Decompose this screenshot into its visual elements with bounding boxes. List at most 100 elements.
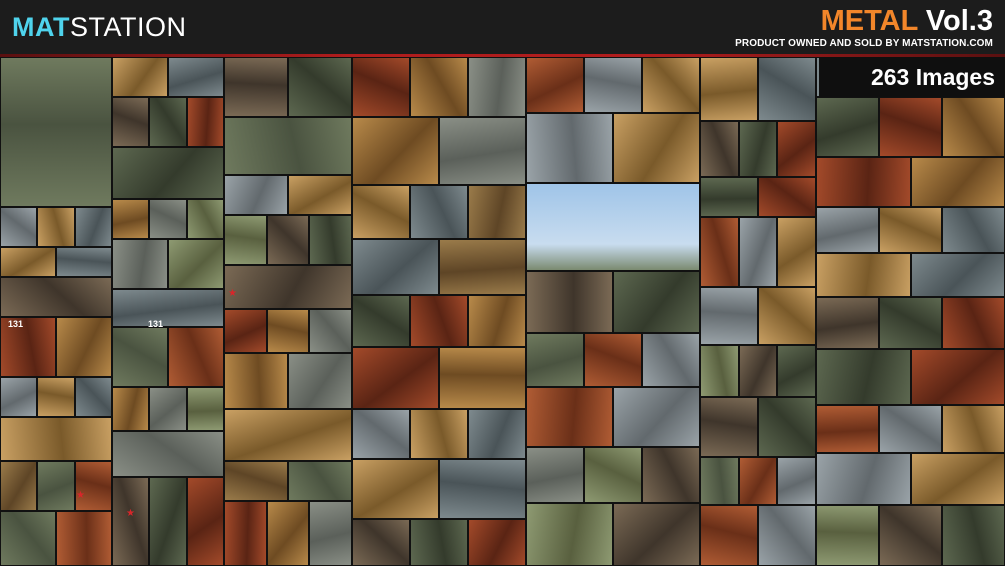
- metal-photo-tile: [910, 453, 1005, 505]
- tank-number-label: 131: [8, 319, 24, 329]
- metal-photo-tile: [700, 457, 739, 505]
- metal-photo-tile: [584, 57, 642, 113]
- metal-photo-tile: [468, 185, 526, 239]
- metal-photo-tile: [468, 519, 526, 566]
- metal-photo-tile: [738, 345, 778, 397]
- metal-photo-tile: [642, 447, 700, 503]
- metal-photo-tile: [224, 265, 352, 309]
- metal-photo-tile: [468, 295, 526, 347]
- metal-photo-tile: [439, 117, 526, 185]
- metal-photo-tile: [526, 113, 613, 183]
- metal-photo-tile: [410, 295, 468, 347]
- metal-photo-tile: [700, 345, 739, 397]
- metal-photo-tile: [266, 215, 310, 265]
- metal-photo-tile: [224, 409, 352, 461]
- metal-photo-tile: [910, 253, 1005, 297]
- metal-photo-tile: [224, 309, 267, 353]
- metal-photo-tile: [758, 505, 816, 566]
- metal-photo-tile: [112, 327, 168, 387]
- metal-photo-tile: [816, 297, 879, 349]
- metal-photo-tile: [816, 405, 879, 453]
- metal-photo-tile: [224, 117, 352, 175]
- metal-photo-tile: [224, 501, 267, 566]
- header-bar: MATSTATION METAL Vol.3 PRODUCT OWNED AND…: [0, 0, 1005, 54]
- metal-photo-tile: [816, 253, 911, 297]
- metal-photo-tile: [439, 239, 526, 295]
- metal-photo-tile: [309, 215, 352, 265]
- metal-photo-tile: [700, 57, 758, 121]
- metal-photo-tile: [910, 349, 1005, 405]
- metal-photo-tile: [410, 57, 468, 117]
- metal-photo-tile: [439, 459, 526, 519]
- metal-photo-tile: [0, 247, 56, 277]
- jet-photo-tile: [526, 183, 700, 271]
- metal-photo-tile: [410, 185, 468, 239]
- metal-photo-tile: [816, 349, 911, 405]
- metal-photo-tile: [224, 57, 288, 117]
- metal-photo-tile: [584, 447, 642, 503]
- metal-photo-tile: [224, 353, 288, 409]
- metal-photo-tile: [266, 501, 310, 566]
- metal-photo-tile: [642, 333, 700, 387]
- matstation-logo: MATSTATION: [12, 12, 186, 42]
- title-metal: METAL: [820, 5, 918, 37]
- image-mosaic: ★ ★ ★ 131 131: [0, 57, 1005, 566]
- metal-photo-tile: [942, 405, 1005, 453]
- metal-photo-tile: [816, 505, 879, 566]
- metal-photo-tile: [352, 409, 410, 459]
- metal-photo-tile: [224, 461, 288, 501]
- metal-photo-tile: [816, 207, 879, 253]
- title-volume: Vol.3: [925, 5, 993, 37]
- metal-photo-tile: [288, 353, 352, 409]
- red-star-icon: ★: [76, 490, 85, 501]
- metal-photo-tile: [816, 157, 911, 207]
- metal-photo-tile: [738, 217, 778, 287]
- metal-photo-tile: [149, 477, 187, 566]
- metal-photo-tile: [700, 287, 758, 345]
- metal-photo-tile: [352, 57, 410, 117]
- metal-photo-tile: [879, 505, 942, 566]
- metal-photo-tile: [0, 207, 38, 247]
- metal-photo-tile: [613, 271, 700, 333]
- metal-photo-tile: [352, 295, 410, 347]
- metal-photo-tile: [613, 113, 700, 183]
- metal-photo-tile: [879, 297, 942, 349]
- metal-photo-tile: [777, 217, 816, 287]
- metal-photo-tile: [879, 405, 942, 453]
- metal-photo-tile: [186, 199, 224, 239]
- metal-photo-tile: [942, 207, 1005, 253]
- metal-photo-tile: [149, 199, 187, 239]
- metal-photo-tile: [266, 309, 310, 353]
- metal-photo-tile: [186, 387, 224, 431]
- metal-photo-tile: [309, 501, 352, 566]
- metal-photo-tile: [758, 287, 816, 345]
- metal-photo-tile: [700, 505, 758, 566]
- metal-photo-tile: [74, 377, 112, 417]
- metal-photo-tile: [74, 207, 112, 247]
- metal-photo-tile: [777, 121, 816, 177]
- metal-photo-tile: [738, 121, 778, 177]
- metal-photo-tile: [0, 461, 38, 511]
- metal-photo-tile: [879, 207, 942, 253]
- metal-photo-tile: [439, 347, 526, 409]
- metal-photo-tile: [468, 409, 526, 459]
- metal-photo-tile: [584, 333, 642, 387]
- metal-photo-tile: [758, 57, 816, 121]
- metal-photo-tile: [942, 97, 1005, 157]
- metal-photo-tile: [0, 57, 112, 207]
- metal-photo-tile: [910, 157, 1005, 207]
- red-star-icon: ★: [126, 508, 135, 519]
- metal-photo-tile: [168, 57, 224, 97]
- metal-photo-tile: [526, 271, 613, 333]
- metal-photo-tile: [149, 387, 187, 431]
- metal-photo-tile: [777, 457, 816, 505]
- metal-photo-tile: [168, 239, 224, 289]
- metal-photo-tile: [37, 207, 75, 247]
- metal-photo-tile: [112, 431, 224, 477]
- tank-number-label: 131: [148, 319, 164, 329]
- metal-photo-tile: [0, 417, 112, 461]
- metal-photo-tile: [758, 397, 816, 457]
- metal-photo-tile: [0, 511, 56, 566]
- metal-photo-tile: [526, 57, 584, 113]
- metal-photo-tile: [526, 387, 613, 447]
